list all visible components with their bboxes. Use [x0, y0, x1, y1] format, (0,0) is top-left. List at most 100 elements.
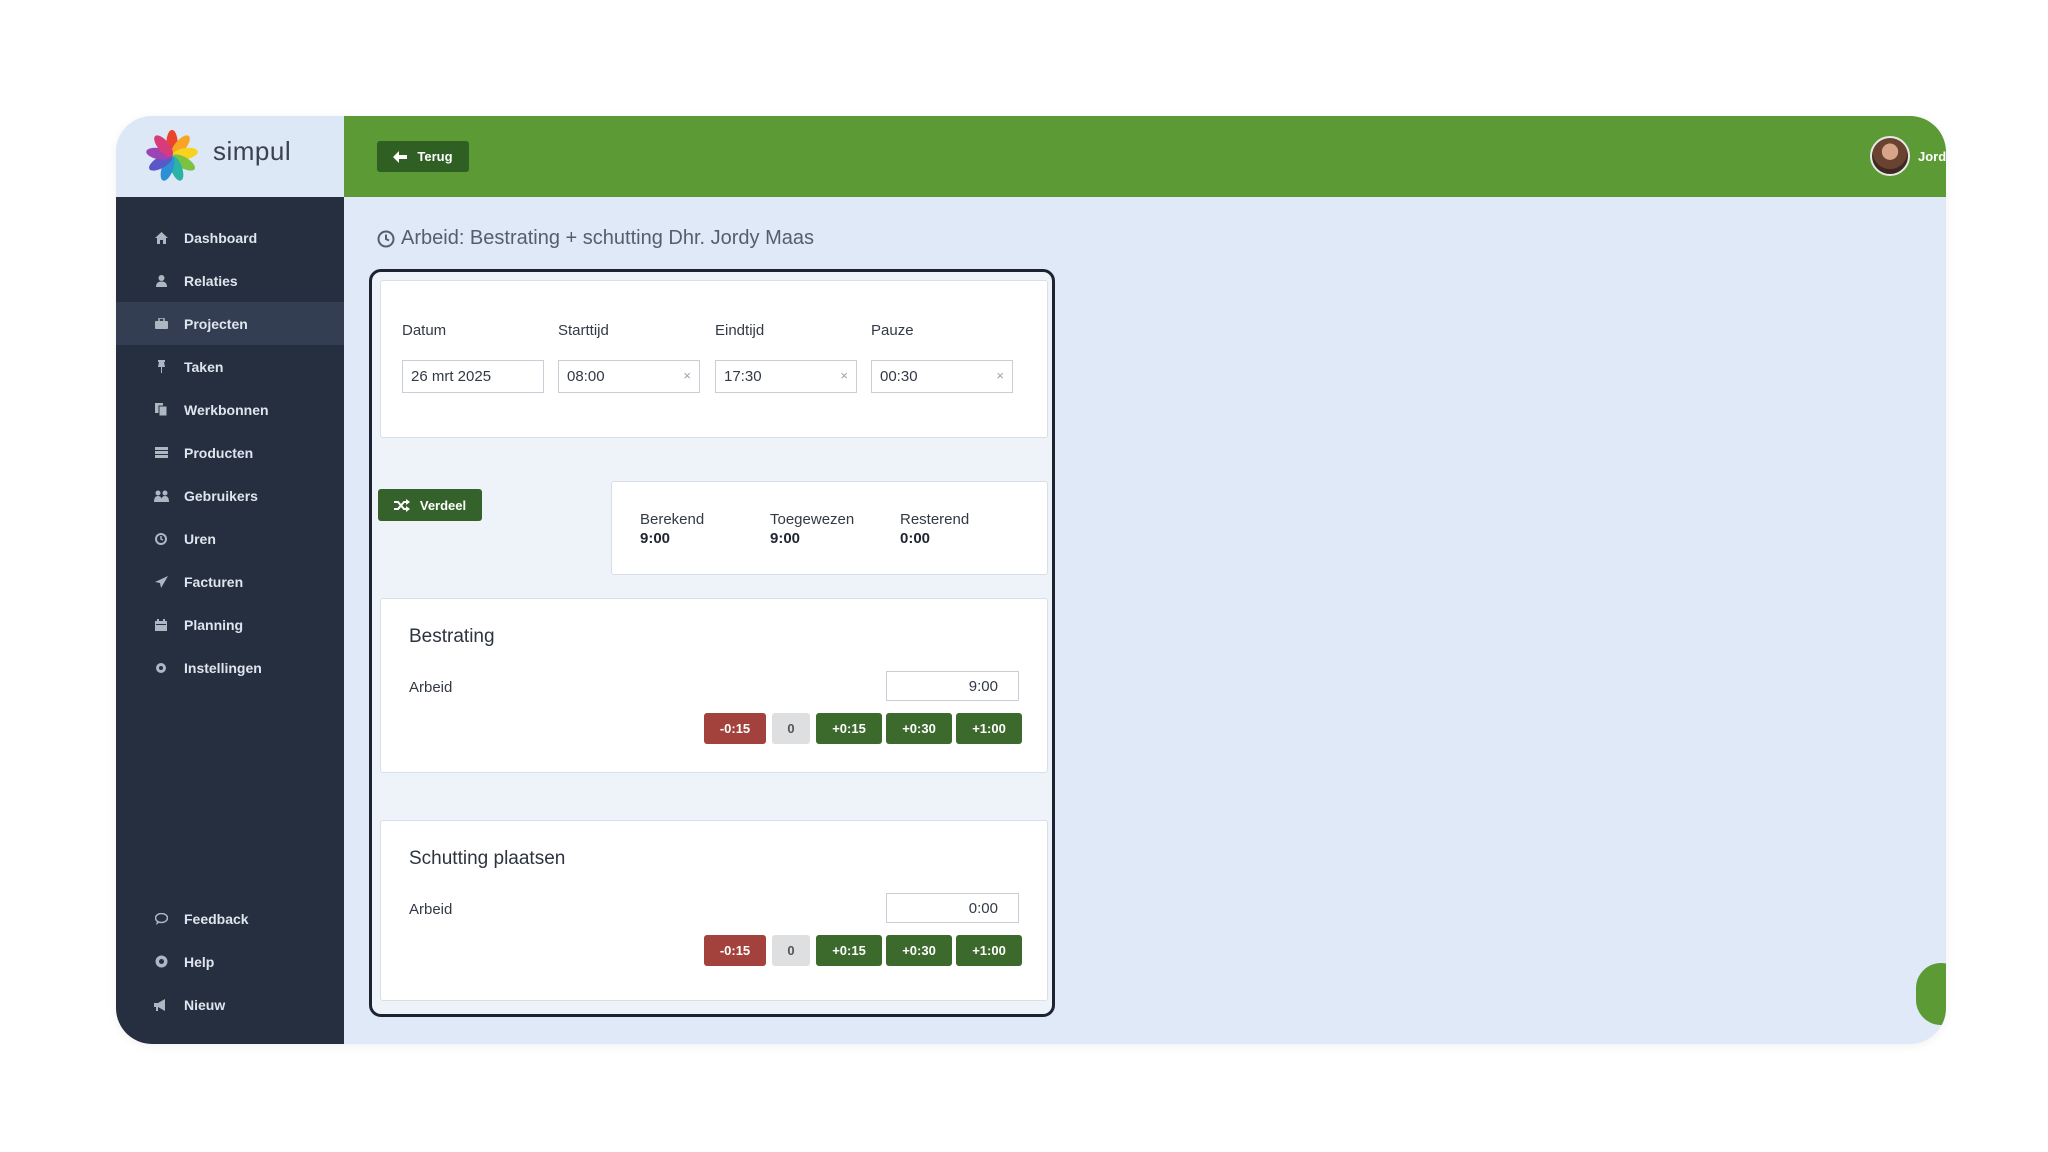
simpul-logo: [146, 129, 198, 181]
pause-label: Pauze: [871, 322, 914, 339]
sidebar-item-label: Werkbonnen: [184, 401, 269, 418]
clock-icon: [153, 531, 169, 547]
back-button-label: Terug: [417, 149, 453, 164]
task-row-label: Arbeid: [409, 901, 453, 918]
documents-icon: [153, 402, 169, 418]
sidebar-item-nieuw[interactable]: Nieuw: [116, 983, 344, 1026]
sidebar-item-label: Facturen: [184, 573, 244, 590]
start-time-value: 08:00: [567, 368, 605, 385]
task-card-bestrating: Bestrating Arbeid 9:00 -0:15 0 +0:15 +0:…: [380, 598, 1048, 773]
briefcase-icon: [153, 316, 169, 332]
clear-icon[interactable]: ×: [840, 368, 848, 383]
sidebar-item-werkbonnen[interactable]: Werkbonnen: [116, 388, 344, 431]
gear-icon: [153, 660, 169, 676]
hours-value: 9:00: [968, 677, 998, 695]
app-window: simpul Terug Jordy Dashboard Relaties: [116, 116, 1946, 1044]
sidebar-item-label: Taken: [184, 358, 224, 375]
sidebar-item-label: Dashboard: [184, 229, 258, 246]
sidebar-item-relaties[interactable]: Relaties: [116, 259, 344, 302]
add-60-button[interactable]: +1:00: [956, 935, 1022, 966]
top-bar: Terug Jordy: [344, 116, 1946, 197]
hours-input[interactable]: 9:00: [886, 671, 1019, 701]
sidebar-item-label: Gebruikers: [184, 487, 258, 504]
brand-name: simpul: [213, 136, 292, 166]
hours-summary-card: Berekend 9:00 Toegewezen 9:00 Resterend …: [611, 481, 1048, 575]
sidebar-item-projecten[interactable]: Projecten: [116, 302, 344, 345]
add-15-button[interactable]: +0:15: [816, 713, 882, 744]
pin-icon: [153, 359, 169, 375]
user-menu[interactable]: Jordy: [1870, 136, 1946, 176]
start-time-label: Starttijd: [558, 322, 609, 339]
time-entry-panel: Datum 26 mrt 2025 Starttijd 08:00 × Eind…: [369, 269, 1055, 1017]
sidebar-item-feedback[interactable]: Feedback: [116, 897, 344, 940]
calendar-icon: [153, 617, 169, 633]
sidebar-item-label: Producten: [184, 444, 254, 461]
subtract-15-button[interactable]: -0:15: [704, 935, 766, 966]
date-label: Datum: [402, 322, 447, 339]
sidebar-item-planning[interactable]: Planning: [116, 603, 344, 646]
user-name: Jordy: [1918, 148, 1946, 164]
megaphone-icon: [153, 997, 169, 1013]
home-icon: [153, 230, 169, 246]
sidebar-item-label: Nieuw: [184, 996, 226, 1013]
task-row-label: Arbeid: [409, 679, 453, 696]
sidebar-item-producten[interactable]: Producten: [116, 431, 344, 474]
sidebar-item-dashboard[interactable]: Dashboard: [116, 216, 344, 259]
sidebar-item-taken[interactable]: Taken: [116, 345, 344, 388]
end-time-label: Eindtijd: [715, 322, 765, 339]
distribute-button[interactable]: Verdeel: [378, 489, 482, 521]
sidebar-item-label: Instellingen: [184, 659, 262, 676]
clear-icon[interactable]: ×: [683, 368, 691, 383]
sidebar-item-label: Feedback: [184, 910, 249, 927]
add-30-button[interactable]: +0:30: [886, 935, 952, 966]
brand[interactable]: simpul: [116, 116, 344, 197]
end-time-value: 17:30: [724, 368, 762, 385]
users-icon: [153, 488, 169, 504]
sidebar-item-help[interactable]: Help: [116, 940, 344, 983]
task-card-schutting: Schutting plaatsen Arbeid 0:00 -0:15 0 +…: [380, 820, 1048, 1001]
date-field[interactable]: 26 mrt 2025: [402, 360, 544, 393]
sidebar-item-label: Planning: [184, 616, 244, 633]
page-title: Arbeid: Bestrating + schutting Dhr. Jord…: [377, 227, 814, 250]
sidebar-item-facturen[interactable]: Facturen: [116, 560, 344, 603]
pause-field[interactable]: 00:30 ×: [871, 360, 1013, 393]
subtract-15-button[interactable]: -0:15: [704, 713, 766, 744]
add-60-button[interactable]: +1:00: [956, 713, 1022, 744]
assigned-value: 9:00: [770, 530, 801, 547]
task-title: Schutting plaatsen: [409, 848, 566, 869]
avatar[interactable]: [1870, 136, 1910, 176]
task-title: Bestrating: [409, 626, 495, 647]
page-title-text: Arbeid: Bestrating + schutting Dhr. Jord…: [401, 227, 814, 249]
sidebar-item-label: Uren: [184, 530, 216, 547]
remaining-value: 0:00: [900, 530, 931, 547]
shuffle-icon: [393, 498, 410, 512]
date-value: 26 mrt 2025: [411, 368, 492, 385]
clear-icon[interactable]: ×: [996, 368, 1004, 383]
sidebar: Dashboard Relaties Projecten Taken Werkb…: [116, 197, 344, 1044]
reset-button[interactable]: 0: [772, 713, 810, 744]
back-button[interactable]: Terug: [377, 141, 469, 172]
main-content: Arbeid: Bestrating + schutting Dhr. Jord…: [344, 197, 1946, 1044]
assigned-label: Toegewezen: [770, 511, 855, 528]
sidebar-item-uren[interactable]: Uren: [116, 517, 344, 560]
comment-icon: [153, 911, 169, 927]
clock-icon: [377, 230, 395, 247]
start-time-field[interactable]: 08:00 ×: [558, 360, 700, 393]
calculated-value: 9:00: [640, 530, 671, 547]
sidebar-item-instellingen[interactable]: Instellingen: [116, 646, 344, 689]
hours-input[interactable]: 0:00: [886, 893, 1019, 923]
list-icon: [153, 445, 169, 461]
send-icon: [153, 574, 169, 590]
help-icon: [153, 954, 169, 970]
arrow-left-icon: [393, 150, 408, 163]
add-30-button[interactable]: +0:30: [886, 713, 952, 744]
distribute-button-label: Verdeel: [419, 497, 467, 513]
sidebar-item-label: Projecten: [184, 315, 248, 332]
sidebar-item-gebruikers[interactable]: Gebruikers: [116, 474, 344, 517]
reset-button[interactable]: 0: [772, 935, 810, 966]
end-time-field[interactable]: 17:30 ×: [715, 360, 857, 393]
hours-value: 0:00: [968, 899, 998, 917]
add-15-button[interactable]: +0:15: [816, 935, 882, 966]
user-icon: [153, 273, 169, 289]
calculated-label: Berekend: [640, 511, 705, 528]
